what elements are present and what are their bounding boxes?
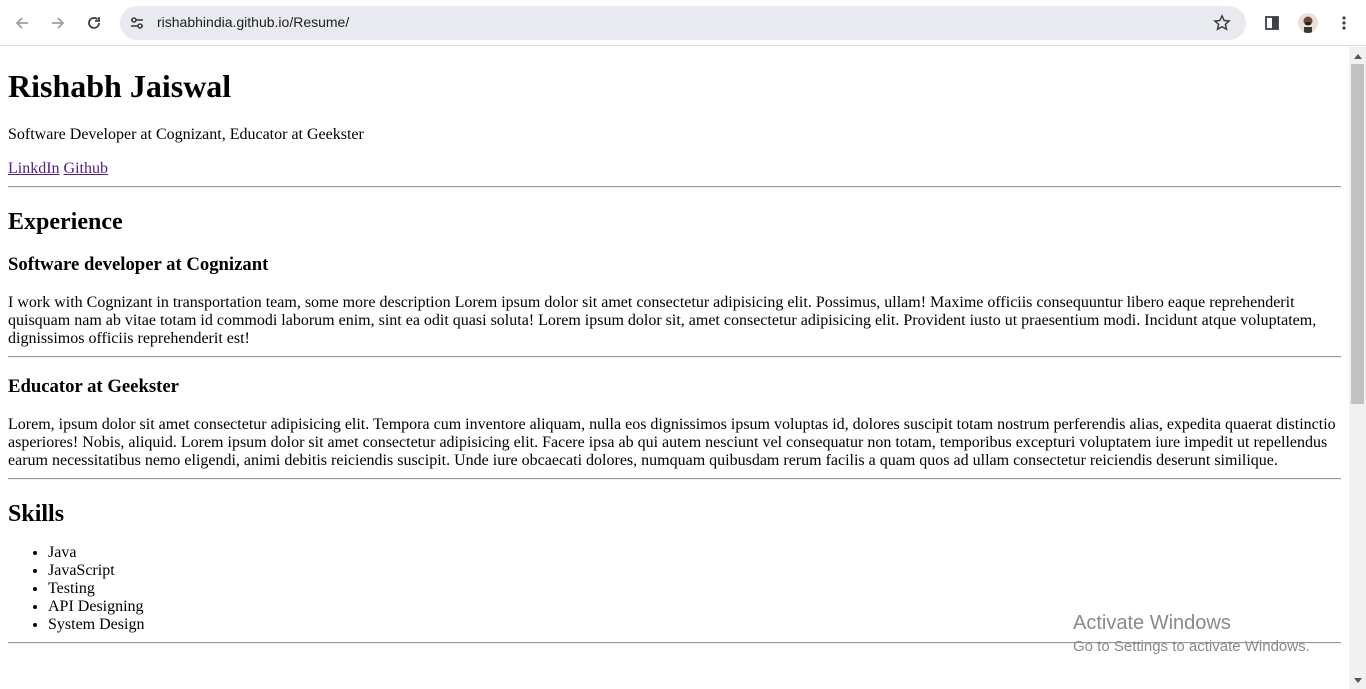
experience-heading: Experience [8,209,123,235]
divider [8,186,1341,188]
tagline: Software Developer at Cognizant, Educato… [8,126,364,143]
job-description: Lorem, ipsum dolor sit amet consectetur … [8,416,1336,469]
job-title: Educator at Geekster [8,376,179,397]
scroll-up-button[interactable] [1349,47,1366,64]
linkedin-link[interactable]: LinkdIn [8,160,60,177]
scroll-down-button[interactable] [1349,672,1366,689]
star-icon [1213,14,1231,31]
back-button[interactable] [8,9,36,37]
forward-arrow-icon [52,17,65,29]
scroll-down-arrow-icon [1353,677,1362,683]
skills-heading: Skills [8,501,65,527]
job-description: I work with Cognizant in transportation … [8,294,1317,347]
scroll-up-arrow-icon [1353,53,1362,59]
profile-links: LinkdIn Github [8,160,1341,178]
watermark-title: Activate Windows [1073,612,1231,634]
side-panel-button[interactable] [1258,9,1286,37]
reload-button[interactable] [80,9,108,37]
address-bar[interactable]: rishabhindia.github.io/Resume/ [120,6,1246,40]
bookmark-button[interactable] [1212,13,1232,33]
menu-button[interactable] [1330,9,1358,37]
forward-button[interactable] [44,9,72,37]
github-link[interactable]: Github [64,160,108,177]
url-text[interactable]: rishabhindia.github.io/Resume/ [157,14,349,30]
avatar [1298,13,1318,33]
vertical-scrollbar[interactable] [1349,47,1366,689]
page-viewport: Rishabh Jaiswal Software Developer at Co… [0,47,1349,689]
skill-item: Java [48,544,1341,562]
job-title: Software developer at Cognizant [8,254,269,275]
skill-item: JavaScript [48,562,1341,580]
kebab-menu-icon [1342,16,1346,30]
site-info-icon [131,17,143,29]
resume-content: Rishabh Jaiswal Software Developer at Co… [0,68,1349,644]
divider [8,478,1341,480]
browser-toolbar: rishabhindia.github.io/Resume/ [0,0,1366,46]
watermark-subtitle: Go to Settings to activate Windows. [1073,638,1310,655]
side-panel-icon [1265,16,1279,30]
skill-item: Testing [48,580,1341,598]
back-arrow-icon [15,17,28,29]
divider [8,356,1341,358]
scrollbar-thumb[interactable] [1351,64,1364,404]
profile-button[interactable] [1294,9,1322,37]
page-title: Rishabh Jaiswal [8,68,232,104]
site-info-button[interactable] [128,14,146,32]
reload-icon [88,17,100,29]
windows-activation-watermark: Activate Windows Go to Settings to activ… [1073,611,1310,657]
